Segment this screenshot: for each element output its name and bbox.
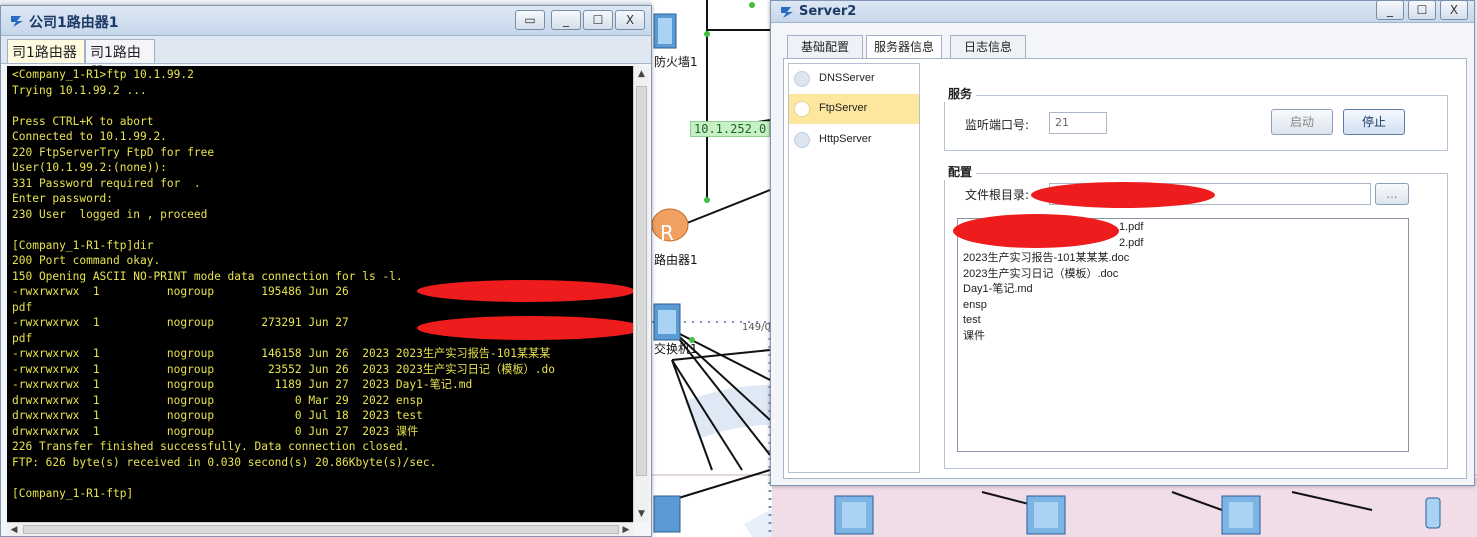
file-list[interactable]: 1.pdf 2.pdf 2023生产实习报告-101某某某.doc 2023生产… [957, 218, 1409, 452]
maximize-button[interactable]: ☐ [583, 10, 613, 30]
console-line: [Company_1-R1-ftp]dir [12, 238, 154, 252]
firewall-label: 防火墙1 [654, 55, 698, 69]
console-line: 331 Password required for . [12, 176, 201, 190]
console-line: 220 FtpServerTry FtpD for free [12, 145, 215, 159]
router-terminal-window: 公司1路由器1 ▭ _ ☐ X 司1路由器 司1路由器 <Company_1-R… [0, 5, 652, 537]
console-line: drwxrwxrwx 1 nogroup 0 Mar 29 2022 ensp [12, 393, 423, 407]
terminal-tab-active[interactable]: 司1路由器 [7, 39, 85, 63]
console-line: User(10.1.99.2:(none)): [12, 161, 167, 174]
console-line: FTP: 626 byte(s) received in 0.030 secon… [12, 455, 437, 469]
server-titlebar[interactable]: Server2 _ ☐ X [771, 0, 1474, 23]
phone-icon [1425, 497, 1441, 529]
terminal-vertical-scrollbar[interactable]: ▲ ▼ [633, 66, 649, 522]
service-label: HttpServer [819, 133, 872, 145]
scroll-down-icon[interactable]: ▼ [634, 506, 649, 522]
service-item-ftp[interactable]: FtpServer [789, 94, 919, 124]
svg-text:R: R [660, 221, 674, 245]
terminal-title: 公司1路由器1 [29, 15, 119, 31]
tab-server-info[interactable]: 服务器信息 [866, 35, 942, 59]
console-line: Enter password: [12, 192, 114, 205]
redaction-mark [417, 280, 635, 302]
service-item-http[interactable]: HttpServer [789, 125, 919, 155]
list-item[interactable]: 2023生产实习报告-101某某某.doc [963, 251, 1403, 267]
switch-icon [1026, 495, 1066, 535]
service-label: FtpServer [819, 102, 868, 114]
port-input[interactable]: 21 [1049, 112, 1107, 134]
console-line: -rwxrwxrwx 1 nogroup 1189 Jun 27 2023 Da… [12, 378, 473, 391]
maximize-button[interactable]: ☐ [1408, 0, 1436, 20]
scroll-thumb[interactable] [636, 86, 647, 476]
redaction-mark [417, 316, 643, 340]
redaction-mark [953, 214, 1119, 248]
terminal-tab[interactable]: 司1路由器 [85, 39, 155, 81]
console-line: Connected to 10.1.99.2. [12, 130, 167, 143]
switch-icon [653, 495, 681, 533]
config-group: 文件根目录: ... 1.pdf 2.pdf 2023生产实习报告-101某某某… [944, 173, 1448, 469]
terminal-horizontal-scrollbar[interactable]: ◀ ▶ [7, 522, 633, 536]
console-line: 200 Port command okay. [12, 254, 161, 267]
console-line: drwxrwxrwx 1 nogroup 0 Jul 18 2023 test [12, 409, 423, 422]
server-title: Server2 [799, 4, 857, 19]
ensp-logo-icon [11, 16, 23, 27]
terminal-titlebar[interactable]: 公司1路由器1 ▭ _ ☐ X [1, 6, 651, 36]
service-status-icon [794, 71, 810, 87]
list-item[interactable]: Day1-笔记.md [963, 282, 1403, 298]
terminal-tab-bar: 司1路由器 司1路由器 [1, 36, 651, 81]
console-line: 226 Transfer finished successfully. Data… [12, 440, 410, 453]
start-button[interactable]: 启动 [1271, 109, 1333, 135]
scroll-right-icon[interactable]: ▶ [619, 523, 633, 537]
router-label: 路由器1 [654, 253, 698, 267]
port-label: 监听端口号: [965, 118, 1030, 132]
console-line: [Company_1-R1-ftp] [12, 486, 134, 500]
close-button[interactable]: X [615, 10, 645, 30]
firewall-icon [653, 13, 677, 49]
ensp-logo-icon [781, 7, 793, 18]
service-label: DNSServer [819, 72, 875, 84]
scroll-up-icon[interactable]: ▲ [634, 66, 649, 82]
console-line: <Company_1-R1>ftp 10.1.99.2 [12, 68, 194, 81]
console-line: 230 User logged in , proceed [12, 207, 208, 221]
root-dir-label: 文件根目录: [965, 188, 1030, 202]
scroll-left-icon[interactable]: ◀ [7, 523, 21, 537]
console-line: -rwxrwxrwx 1 nogroup 23552 Jun 26 2023 2… [12, 362, 555, 376]
service-group-title: 服务 [944, 85, 977, 102]
switch-icon [653, 303, 681, 341]
list-item[interactable]: 课件 [963, 329, 1403, 345]
service-status-icon [794, 132, 810, 148]
minimize-button[interactable]: _ [551, 10, 581, 30]
stop-button[interactable]: 停止 [1343, 109, 1405, 135]
restore-button[interactable]: ▭ [515, 10, 545, 30]
console-line: drwxrwxrwx 1 nogroup 0 Jun 27 2023 课件 [12, 424, 419, 438]
tab-basic-config[interactable]: 基础配置 [787, 35, 863, 59]
list-item[interactable]: ensp [963, 298, 1403, 314]
service-item-dns[interactable]: DNSServer [789, 64, 919, 94]
console-line: Trying 10.1.99.2 ... [12, 83, 147, 97]
close-button[interactable]: X [1440, 0, 1468, 20]
scroll-thumb[interactable] [23, 525, 619, 534]
list-item[interactable]: test [963, 313, 1403, 329]
server-config-window: Server2 _ ☐ X 基础配置 服务器信息 日志信息 DNSServer … [770, 0, 1475, 486]
service-list: DNSServer FtpServer HttpServer [788, 63, 920, 473]
console-line: -rwxrwxrwx 1 nogroup 146158 Jun 26 2023 … [12, 347, 551, 360]
router-icon: R [652, 208, 689, 245]
service-status-icon [794, 101, 810, 117]
redaction-mark [1031, 182, 1215, 208]
service-group: 监听端口号: 21 启动 停止 [944, 95, 1448, 151]
switch-label: 交换机1 [654, 342, 698, 356]
server-info-panel: DNSServer FtpServer HttpServer 监听端口号: 21… [783, 58, 1467, 479]
switch-icon [1221, 495, 1261, 535]
minimize-button[interactable]: _ [1376, 0, 1404, 20]
list-item[interactable]: 2023生产实习日记（模板）.doc [963, 267, 1403, 283]
config-group-title: 配置 [944, 163, 977, 180]
tab-log-info[interactable]: 日志信息 [950, 35, 1026, 59]
port-tag: 149/0 [742, 322, 771, 333]
console-line: Press CTRL+K to abort [12, 114, 154, 128]
browse-button[interactable]: ... [1375, 183, 1409, 205]
switch-icon [834, 495, 874, 535]
ip-address-tag: 10.1.252.0 [690, 121, 771, 137]
